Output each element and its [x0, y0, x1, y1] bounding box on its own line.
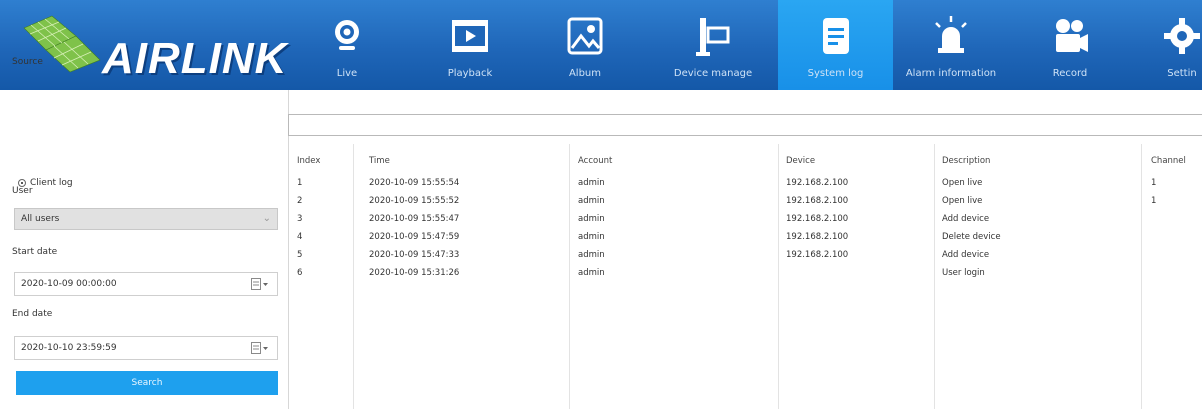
column-header-index[interactable]: Index	[297, 156, 320, 166]
cell-index: 1	[297, 178, 303, 188]
user-label: User	[12, 186, 33, 196]
log-filter-input[interactable]	[288, 114, 1202, 136]
end-date-value: 2020-10-10 23:59:59	[21, 343, 117, 353]
cell-time: 2020-10-09 15:47:33	[369, 250, 460, 260]
cell-description: Delete device	[942, 232, 1001, 242]
table-row[interactable]: 2 2020-10-09 15:55:52 admin 192.168.2.100 Op…	[289, 196, 1202, 213]
calendar-dropdown-icon[interactable]	[251, 342, 269, 354]
document-icon	[822, 18, 849, 54]
airlink-logo: AIRLINK	[14, 8, 288, 84]
grid-logo-icon	[23, 15, 101, 73]
nav-album[interactable]: Album	[555, 0, 615, 90]
end-date-label: End date	[12, 309, 53, 319]
cell-description: Add device	[942, 214, 990, 224]
cell-description: User login	[942, 268, 985, 278]
cell-time: 2020-10-09 15:55:54	[369, 178, 460, 188]
cell-time: 2020-10-09 15:55:52	[369, 196, 460, 206]
table-row[interactable]: 4 2020-10-09 15:47:59 admin 192.168.2.100 De…	[289, 232, 1202, 249]
cell-index: 5	[297, 250, 303, 260]
cell-account: admin	[578, 268, 605, 278]
table-row[interactable]: 3 2020-10-09 15:55:47 admin 192.168.2.100 Ad…	[289, 214, 1202, 231]
gear-icon	[1164, 18, 1200, 54]
brand-name: AIRLINK	[102, 34, 288, 83]
webcam-icon	[335, 20, 359, 50]
search-button[interactable]: Search	[16, 371, 278, 395]
table-row[interactable]: 5 2020-10-09 15:47:33 admin 192.168.2.100 Ad…	[289, 250, 1202, 267]
nav-album-label: Album	[568, 68, 602, 79]
nav-device-manage[interactable]: Device manage	[662, 0, 764, 90]
nav-live-label: Live	[336, 68, 358, 79]
nav-settings[interactable]: Settin	[1152, 0, 1202, 90]
device-icon	[696, 18, 730, 56]
alarm-light-icon	[935, 16, 967, 53]
cell-device: 192.168.2.100	[786, 196, 849, 206]
cell-device: 192.168.2.100	[786, 232, 849, 242]
nav-settings-label: Settin	[1167, 68, 1197, 79]
cell-device: 192.168.2.100	[786, 178, 849, 188]
column-header-time[interactable]: Time	[369, 156, 390, 166]
nav-system-log[interactable]: System log	[778, 0, 893, 90]
cell-time: 2020-10-09 15:47:59	[369, 232, 460, 242]
column-header-device[interactable]: Device	[786, 156, 815, 166]
calendar-dropdown-icon[interactable]	[251, 278, 269, 290]
source-label: Source	[12, 57, 43, 67]
column-header-account[interactable]: Account	[578, 156, 612, 166]
nav-system-log-label: System log	[807, 68, 864, 79]
start-date-value: 2020-10-09 00:00:00	[21, 279, 117, 289]
end-date-field[interactable]: 2020-10-10 23:59:59	[14, 336, 278, 360]
table-row[interactable]: 1 2020-10-09 15:55:54 admin 192.168.2.100 Op…	[289, 178, 1202, 195]
start-date-field[interactable]: 2020-10-09 00:00:00	[14, 272, 278, 296]
top-nav-bar: AIRLINK Live Playback Album Device manag…	[0, 0, 1202, 90]
cell-time: 2020-10-09 15:31:26	[369, 268, 460, 278]
cell-account: admin	[578, 178, 605, 188]
client-log-label: Client log	[30, 178, 73, 188]
user-select-value: All users	[21, 214, 60, 224]
nav-playback[interactable]: Playback	[430, 0, 510, 90]
cell-account: admin	[578, 232, 605, 242]
cell-account: admin	[578, 250, 605, 260]
start-date-label: Start date	[12, 247, 58, 257]
cell-index: 6	[297, 268, 303, 278]
cell-time: 2020-10-09 15:55:47	[369, 214, 460, 224]
table-row[interactable]: 6 2020-10-09 15:31:26 admin User login	[289, 268, 1202, 285]
cell-device: 192.168.2.100	[786, 214, 849, 224]
cell-index: 2	[297, 196, 303, 206]
column-header-description[interactable]: Description	[942, 156, 990, 166]
log-table: Index Time Account Device Description Ch…	[289, 144, 1202, 409]
cell-device: 192.168.2.100	[786, 250, 849, 260]
cell-channel: 1	[1151, 196, 1157, 206]
cell-account: admin	[578, 214, 605, 224]
cell-channel: 1	[1151, 178, 1157, 188]
nav-live[interactable]: Live	[312, 0, 382, 90]
video-player-icon	[452, 20, 488, 52]
cell-index: 3	[297, 214, 303, 224]
chevron-down-icon: ⌄	[262, 213, 271, 224]
film-camera-icon	[1056, 19, 1088, 52]
image-icon	[567, 17, 603, 55]
cell-description: Open live	[942, 196, 983, 206]
nav-playback-label: Playback	[447, 68, 493, 79]
cell-description: Open live	[942, 178, 983, 188]
nav-device-manage-label: Device manage	[673, 68, 753, 79]
nav-alarm-information[interactable]: Alarm information	[896, 0, 1006, 90]
cell-description: Add device	[942, 250, 990, 260]
column-header-channel[interactable]: Channel	[1151, 156, 1186, 166]
nav-alarm-information-label: Alarm information	[905, 68, 997, 79]
nav-record-label: Record	[1052, 68, 1088, 79]
nav-record[interactable]: Record	[1040, 0, 1100, 90]
cell-account: admin	[578, 196, 605, 206]
cell-index: 4	[297, 232, 303, 242]
user-select[interactable]: All users ⌄	[14, 208, 278, 230]
